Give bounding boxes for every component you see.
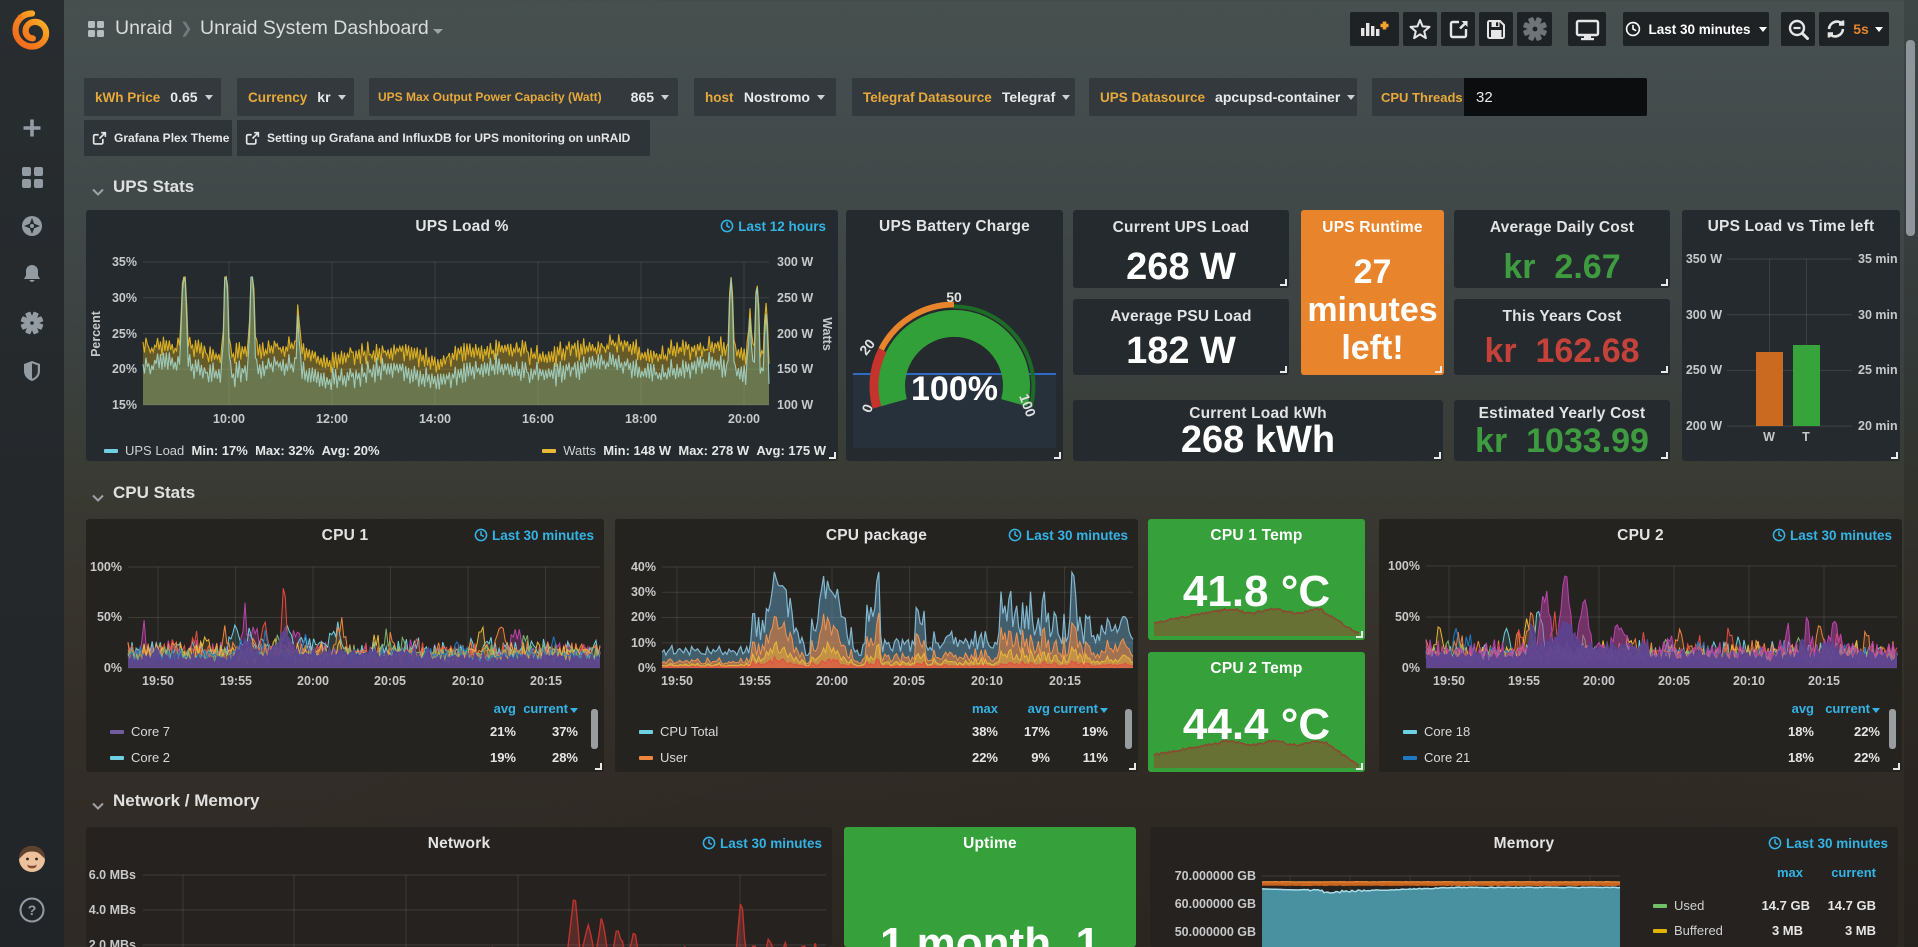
svg-text:20:05: 20:05 — [1658, 674, 1690, 688]
svg-text:Watts: Watts — [820, 317, 834, 351]
svg-text:20:00: 20:00 — [816, 674, 848, 688]
svg-text:20 min: 20 min — [1858, 419, 1898, 433]
svg-text:0%: 0% — [104, 661, 122, 675]
svg-text:Percent: Percent — [89, 310, 103, 357]
svg-text:20:15: 20:15 — [1049, 674, 1081, 688]
svg-text:100%: 100% — [1388, 559, 1420, 573]
svg-text:350 W: 350 W — [1686, 252, 1722, 266]
svg-text:16:00: 16:00 — [522, 412, 554, 426]
svg-text:19:50: 19:50 — [1433, 674, 1465, 688]
svg-text:20:00: 20:00 — [297, 674, 329, 688]
svg-text:35%: 35% — [112, 255, 137, 269]
svg-text:150 W: 150 W — [777, 362, 813, 376]
svg-text:0%: 0% — [638, 661, 656, 675]
svg-text:250 W: 250 W — [1686, 363, 1722, 377]
svg-text:20:10: 20:10 — [1733, 674, 1765, 688]
svg-text:100 W: 100 W — [777, 398, 813, 412]
svg-text:2.0 MBs: 2.0 MBs — [89, 938, 136, 947]
svg-text:15%: 15% — [112, 398, 137, 412]
svg-text:20:00: 20:00 — [728, 412, 760, 426]
svg-text:25 min: 25 min — [1858, 363, 1898, 377]
svg-text:19:55: 19:55 — [220, 674, 252, 688]
svg-text:70.000000 GB: 70.000000 GB — [1175, 869, 1256, 883]
svg-text:40%: 40% — [631, 560, 656, 574]
svg-text:18:00: 18:00 — [625, 412, 657, 426]
svg-text:300 W: 300 W — [1686, 308, 1722, 322]
svg-text:20:05: 20:05 — [893, 674, 925, 688]
svg-text:6.0 MBs: 6.0 MBs — [89, 868, 136, 882]
svg-text:19:55: 19:55 — [1508, 674, 1540, 688]
svg-text:30 min: 30 min — [1858, 308, 1898, 322]
svg-text:50: 50 — [946, 289, 962, 305]
svg-text:10:00: 10:00 — [213, 412, 245, 426]
svg-text:20:10: 20:10 — [452, 674, 484, 688]
svg-text:W: W — [1763, 430, 1775, 444]
svg-text:30%: 30% — [112, 291, 137, 305]
svg-text:200 W: 200 W — [777, 327, 813, 341]
svg-text:20:10: 20:10 — [971, 674, 1003, 688]
svg-text:20%: 20% — [112, 362, 137, 376]
svg-text:50.000000 GB: 50.000000 GB — [1175, 925, 1256, 939]
svg-text:19:50: 19:50 — [142, 674, 174, 688]
svg-text:10%: 10% — [631, 636, 656, 650]
svg-text:35 min: 35 min — [1858, 252, 1898, 266]
svg-text:20: 20 — [856, 336, 878, 358]
svg-text:100%: 100% — [90, 560, 122, 574]
svg-text:250 W: 250 W — [777, 291, 813, 305]
svg-text:14:00: 14:00 — [419, 412, 451, 426]
svg-text:0%: 0% — [1402, 661, 1420, 675]
svg-text:60.000000 GB: 60.000000 GB — [1175, 897, 1256, 911]
svg-text:20:00: 20:00 — [1583, 674, 1615, 688]
svg-text:?: ? — [28, 902, 37, 918]
svg-text:20:05: 20:05 — [374, 674, 406, 688]
svg-text:20:15: 20:15 — [1808, 674, 1840, 688]
svg-text:T: T — [1802, 430, 1810, 444]
svg-text:25%: 25% — [112, 327, 137, 341]
svg-text:300 W: 300 W — [777, 255, 813, 269]
svg-text:20:15: 20:15 — [530, 674, 562, 688]
svg-text:12:00: 12:00 — [316, 412, 348, 426]
svg-text:19:50: 19:50 — [661, 674, 693, 688]
svg-text:50%: 50% — [1395, 610, 1420, 624]
svg-text:200 W: 200 W — [1686, 419, 1722, 433]
svg-text:19:55: 19:55 — [739, 674, 771, 688]
svg-text:20%: 20% — [631, 610, 656, 624]
svg-text:30%: 30% — [631, 585, 656, 599]
svg-text:4.0 MBs: 4.0 MBs — [89, 903, 136, 917]
svg-text:50%: 50% — [97, 610, 122, 624]
